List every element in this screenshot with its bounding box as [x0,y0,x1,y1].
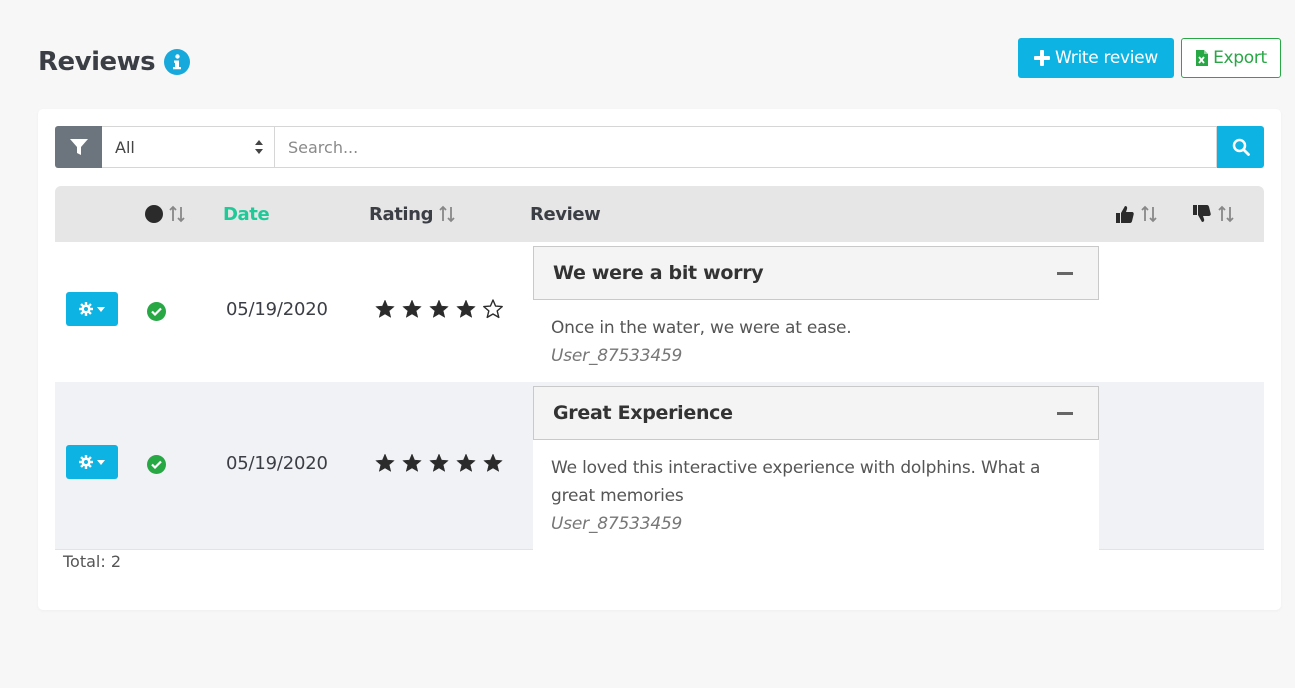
date-column-header[interactable]: Date [223,186,270,242]
dislikes-column-header[interactable] [1192,186,1234,242]
review-text: We loved this interactive experience wit… [551,458,1041,506]
star-filled-icon [456,299,476,318]
approved-check-icon [147,302,166,321]
review-panel: We were a bit worry Once in the water, w… [533,246,1099,384]
status-filter-value: All [115,137,135,157]
filter-icon [69,139,88,155]
write-review-button[interactable]: Write review [1018,38,1174,78]
review-body: We loved this interactive experience wit… [533,440,1099,552]
star-filled-icon [375,453,395,472]
minus-icon[interactable] [1057,271,1073,275]
page-title: Reviews [38,47,156,77]
star-filled-icon [429,453,449,472]
review-panel: Great Experience We loved this interacti… [533,386,1099,552]
star-rating [375,299,503,319]
filter-button[interactable] [55,126,102,168]
export-button[interactable]: Export [1181,38,1281,78]
caret-down-icon [97,306,105,312]
write-review-label: Write review [1055,48,1158,68]
review-panel-header[interactable]: Great Experience [533,386,1099,440]
sort-icon [439,205,455,223]
table-header: Date Rating Review [55,186,1264,242]
star-filled-icon [375,299,395,318]
table-row: 05/19/2020 Great Experience We loved thi… [55,382,1264,552]
search-input[interactable] [275,126,1217,168]
rating-header-label: Rating [369,203,434,225]
review-title: We were a bit worry [553,262,764,284]
status-column-header[interactable] [145,186,185,242]
plus-icon [1034,50,1051,66]
reviews-table: Date Rating Review 05/19/2020 We were a … [55,186,1264,552]
sort-icon [1141,205,1157,223]
export-label: Export [1213,48,1267,68]
review-date: 05/19/2020 [226,453,328,474]
star-filled-icon [402,299,422,318]
review-text: Once in the water, we were at ease. [551,318,852,338]
search-icon [1232,138,1250,156]
review-column-header: Review [530,203,601,225]
status-filter-select[interactable]: All [102,126,275,168]
star-rating [375,453,503,473]
thumbs-down-icon [1193,205,1211,222]
sort-icon [1218,205,1234,223]
search-button[interactable] [1217,126,1264,168]
sort-icon [169,205,185,223]
star-filled-icon [456,453,476,472]
status-dot-icon [145,205,163,223]
gear-icon [79,302,93,316]
star-filled-icon [402,453,422,472]
sort-caret-icon [255,140,263,154]
thumbs-up-icon [1116,206,1134,223]
reviews-card: All Date Rating [38,109,1281,610]
table-row: 05/19/2020 We were a bit worry Once in t… [55,242,1264,384]
row-actions-button[interactable] [66,292,118,326]
excel-icon [1196,50,1209,66]
star-empty-icon [483,299,503,319]
filter-toolbar: All [55,126,1264,168]
page-header: Reviews [38,47,191,77]
likes-column-header[interactable] [1115,186,1157,242]
star-filled-icon [483,453,503,472]
total-count: Total: 2 [63,552,122,571]
review-date: 05/19/2020 [226,299,328,320]
star-filled-icon [429,299,449,318]
review-panel-header[interactable]: We were a bit worry [533,246,1099,300]
rating-column-header[interactable]: Rating [369,186,455,242]
minus-icon[interactable] [1057,411,1073,415]
row-actions-button[interactable] [66,445,118,479]
caret-down-icon [97,459,105,465]
review-user: User_87533459 [551,514,683,534]
review-body: Once in the water, we were at ease. User… [533,300,1099,384]
approved-check-icon [147,455,166,474]
review-user: User_87533459 [551,346,683,366]
review-title: Great Experience [553,402,733,424]
gear-icon [79,455,93,469]
info-icon[interactable] [164,49,191,75]
